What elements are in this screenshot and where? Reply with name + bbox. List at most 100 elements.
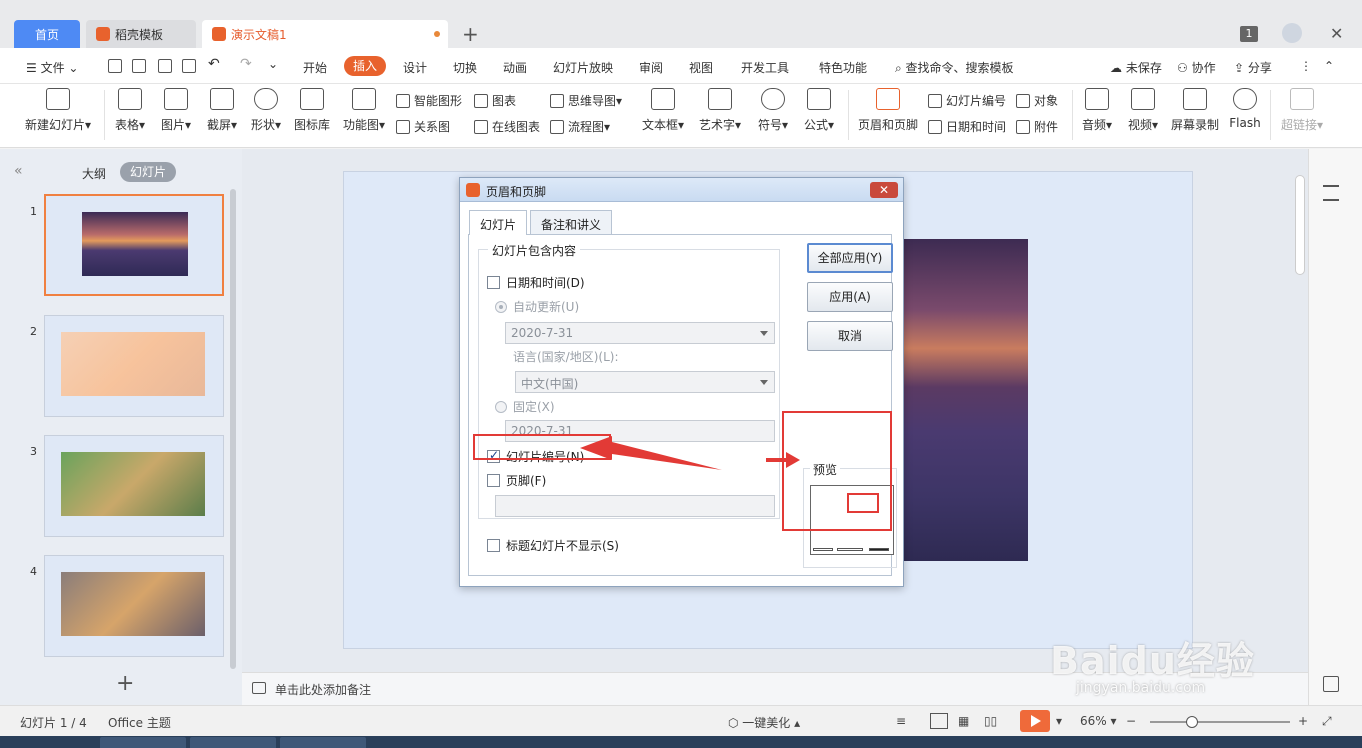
apply-all-button[interactable]: 全部应用(Y) [807, 243, 893, 273]
beautify-button[interactable]: ⬡ 一键美化 ▴ [728, 714, 800, 731]
notes-toggle-icon[interactable]: ≡ [896, 714, 906, 728]
menu-review[interactable]: 审阅 [639, 59, 663, 76]
collapse-ribbon-icon[interactable]: ⌃ [1324, 59, 1334, 73]
language-select[interactable]: 中文(中国) [515, 371, 775, 393]
command-search[interactable]: ⌕ 查找命令、搜索模板 [895, 59, 1014, 76]
print-preview-icon[interactable] [132, 59, 146, 73]
preview-icon[interactable] [182, 59, 196, 73]
tab-notes-handouts[interactable]: 备注和讲义 [530, 210, 613, 234]
menu-view[interactable]: 视图 [689, 59, 713, 76]
undo-icon[interactable]: ↶ [208, 56, 220, 72]
menu-insert[interactable]: 插入 [344, 56, 386, 76]
menu-start[interactable]: 开始 [303, 59, 327, 76]
footer-checkbox-row[interactable]: 页脚(F) [487, 472, 546, 489]
table-button[interactable]: 表格▾ [112, 88, 148, 133]
textbox-button[interactable]: 文本框▾ [640, 88, 686, 133]
chart-button[interactable]: 图表 [474, 92, 516, 109]
outline-tab[interactable]: 大纲 [82, 165, 106, 182]
header-footer-button[interactable]: 页眉和页脚 [856, 88, 920, 133]
audio-button[interactable]: 音频▾ [1078, 88, 1116, 133]
fit-window-icon[interactable]: ⤢ [1322, 714, 1332, 729]
footer-text-field[interactable] [495, 495, 775, 517]
hide-on-title-checkbox[interactable] [487, 539, 500, 552]
normal-view-icon[interactable] [930, 713, 948, 729]
taskbar-app-button[interactable] [190, 737, 276, 748]
slide-thumbnail-4[interactable] [44, 555, 224, 657]
properties-settings-icon[interactable] [1323, 185, 1339, 201]
slides-tab[interactable]: 幻灯片 [120, 162, 176, 182]
collapse-panel-icon[interactable]: « [14, 163, 23, 179]
taskbar-app-button[interactable] [100, 737, 186, 748]
object-button[interactable]: 对象 [1016, 92, 1058, 109]
collab-button[interactable]: ⚇ 协作 [1177, 59, 1216, 76]
shape-button[interactable]: 形状▾ [248, 88, 284, 133]
hide-on-title-row[interactable]: 标题幻灯片不显示(S) [487, 537, 619, 554]
lavender-field-image[interactable] [904, 239, 1028, 561]
wordart-button[interactable]: 艺术字▾ [696, 88, 744, 133]
file-menu[interactable]: ☰ 文件 ⌄ [26, 59, 78, 76]
close-window-icon[interactable]: ✕ [1330, 24, 1343, 43]
menu-special[interactable]: 特色功能 [819, 59, 867, 76]
slide-number-button[interactable]: 幻灯片编号 [928, 92, 1006, 109]
customize-chevron-icon[interactable]: ⌄ [268, 57, 278, 71]
more-options-icon[interactable]: ⋮ [1300, 59, 1312, 73]
new-tab-button[interactable]: + [462, 22, 479, 46]
function-chart-button[interactable]: 功能图▾ [340, 88, 388, 133]
play-slideshow-button[interactable] [1020, 710, 1050, 732]
formula-button[interactable]: 公式▾ [802, 88, 836, 133]
fixed-radio[interactable] [495, 400, 507, 413]
avatar[interactable] [1282, 23, 1302, 43]
play-options-chevron-icon[interactable]: ▾ [1056, 714, 1062, 728]
icon-library-button[interactable]: 图标库 [294, 88, 330, 133]
flash-button[interactable]: Flash [1228, 88, 1262, 130]
datetime-button[interactable]: 日期和时间 [928, 118, 1006, 135]
menu-slideshow[interactable]: 幻灯片放映 [553, 59, 613, 76]
apply-button[interactable]: 应用(A) [807, 282, 893, 312]
footer-checkbox[interactable] [487, 474, 500, 487]
tab-template[interactable]: 稻壳模板 [86, 20, 196, 48]
print-icon[interactable] [158, 59, 172, 73]
menu-dev-tools[interactable]: 开发工具 [741, 59, 789, 76]
reading-view-icon[interactable]: ▯▯ [984, 714, 997, 728]
save-icon[interactable] [108, 59, 122, 73]
share-button[interactable]: ⇪ 分享 [1234, 59, 1272, 76]
zoom-in-icon[interactable]: + [1298, 714, 1308, 728]
zoom-slider-knob[interactable] [1186, 716, 1198, 728]
symbol-button[interactable]: 符号▾ [756, 88, 790, 133]
slide-thumbnail-3[interactable] [44, 435, 224, 537]
relation-chart-button[interactable]: 关系图 [396, 118, 450, 135]
dialog-close-button[interactable]: ✕ [870, 182, 898, 198]
dialog-title-bar[interactable]: 页眉和页脚 ✕ [460, 178, 903, 202]
zoom-slider[interactable] [1150, 716, 1290, 728]
tab-slide[interactable]: 幻灯片 [469, 210, 528, 235]
thumbnail-scrollbar[interactable] [230, 189, 236, 669]
video-button[interactable]: 视频▾ [1124, 88, 1162, 133]
hyperlink-button[interactable]: 超链接▾ [1278, 88, 1326, 133]
taskbar-app-button[interactable] [280, 737, 366, 748]
zoom-out-icon[interactable]: − [1126, 714, 1136, 728]
flowchart-button[interactable]: 流程图 ▾ [550, 118, 610, 135]
unsaved-status[interactable]: ☁ 未保存 [1110, 59, 1162, 76]
menu-transition[interactable]: 切换 [453, 59, 477, 76]
menu-design[interactable]: 设计 [403, 59, 427, 76]
auto-update-radio[interactable] [495, 300, 507, 313]
auto-update-radio-row[interactable]: 自动更新(U) [495, 298, 579, 315]
smart-shape-button[interactable]: 智能图形 [396, 92, 462, 109]
theme-name[interactable]: Office 主题 [108, 714, 171, 731]
mindmap-button[interactable]: 思维导图 ▾ [550, 92, 622, 109]
cancel-button[interactable]: 取消 [807, 321, 893, 351]
picture-button[interactable]: 图片▾ [158, 88, 194, 133]
slide-thumbnail-2[interactable] [44, 315, 224, 417]
fixed-radio-row[interactable]: 固定(X) [495, 398, 555, 415]
zoom-level[interactable]: 66% ▾ [1080, 714, 1117, 728]
new-slide-button[interactable]: 新建幻灯片▾ [22, 88, 94, 133]
attachment-button[interactable]: 附件 [1016, 118, 1058, 135]
sorter-view-icon[interactable]: ▦ [958, 714, 969, 728]
add-slide-button[interactable]: + [116, 671, 134, 696]
date-format-select[interactable]: 2020-7-31 [505, 322, 775, 344]
menu-animation[interactable]: 动画 [503, 59, 527, 76]
screen-record-button[interactable]: 屏幕录制 [1170, 88, 1220, 133]
screenshot-button[interactable]: 截屏▾ [204, 88, 240, 133]
tab-document[interactable]: 演示文稿1 [202, 20, 448, 48]
vertical-scrollbar[interactable] [1295, 175, 1305, 275]
